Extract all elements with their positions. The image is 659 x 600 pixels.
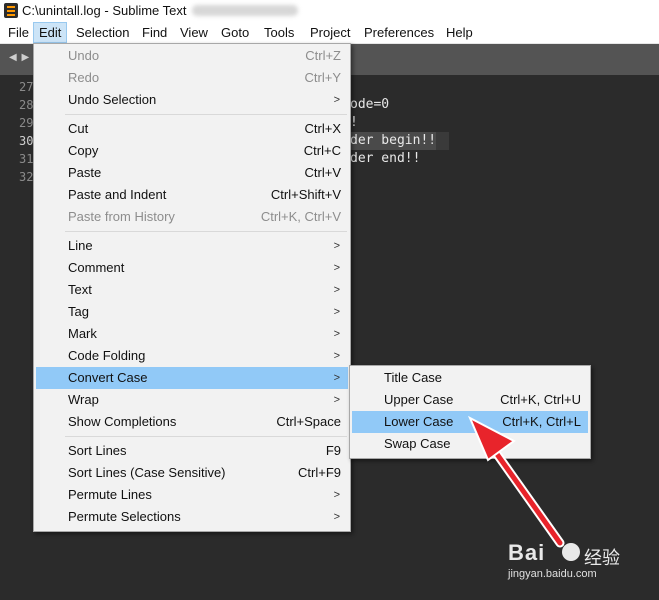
watermark-url: jingyan.baidu.com	[508, 568, 597, 580]
watermark-brand-text: 经验	[584, 548, 620, 568]
baidu-paw-icon	[562, 543, 580, 561]
baidu-jingyan-watermark: Bai 经验 jingyan.baidu.com	[508, 540, 638, 594]
watermark-logo-text: Bai	[508, 540, 546, 565]
annotation-arrow-icon	[467, 415, 565, 548]
